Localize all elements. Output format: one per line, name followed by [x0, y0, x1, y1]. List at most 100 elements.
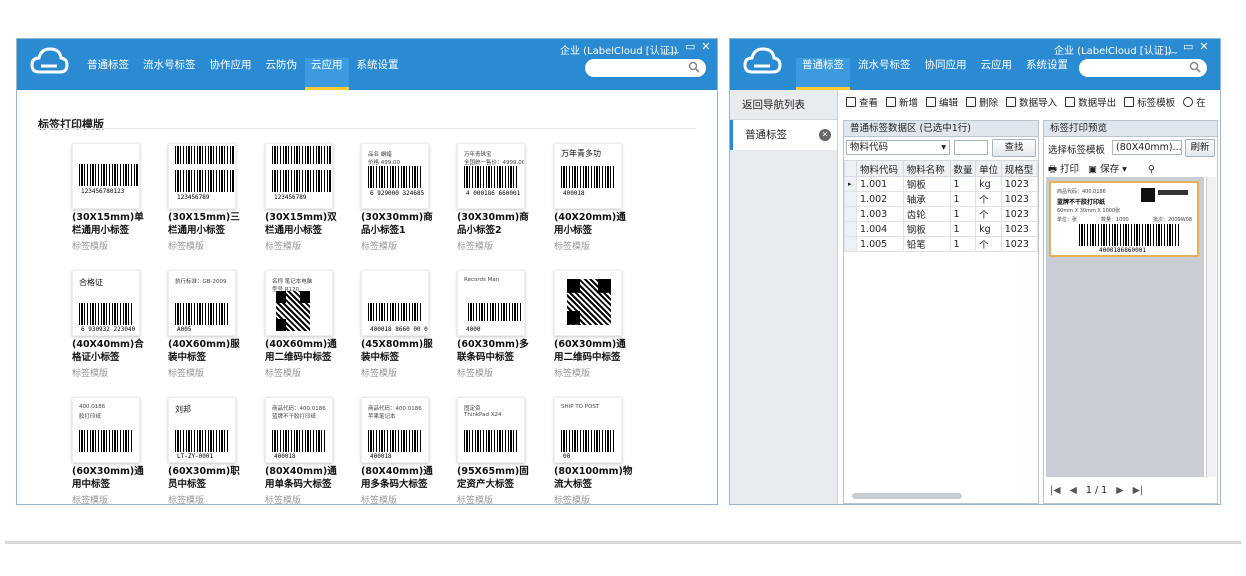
- table-cell[interactable]: 钢板: [902, 221, 951, 237]
- next-page-icon[interactable]: ▶: [1116, 485, 1123, 496]
- table-cell[interactable]: 1023: [1000, 206, 1039, 222]
- template-tile[interactable]: 万年青多功 400018 (40X20mm)通用小标签 标签模版: [554, 143, 642, 252]
- last-page-icon[interactable]: ▶|: [1133, 485, 1144, 496]
- template-tile[interactable]: 商品代码：400.0186 蓝牌不干胶打印纸 400018 (80X40mm)通用单条…: [265, 397, 353, 504]
- template-thumbnail[interactable]: 123456789: [265, 143, 333, 209]
- search-icon[interactable]: [688, 61, 700, 73]
- table-cell[interactable]: 轴承: [902, 191, 951, 207]
- table-cell[interactable]: 个: [975, 206, 1002, 222]
- table-cell[interactable]: 1.003: [856, 206, 904, 222]
- table-cell[interactable]: 个: [975, 191, 1002, 207]
- template-thumbnail[interactable]: 万年青多功 400018: [554, 143, 622, 209]
- template-thumbnail[interactable]: 固定资 ThinkPad X24: [457, 397, 525, 463]
- binoculars-icon[interactable]: ⚲: [1148, 164, 1155, 175]
- template-thumbnail[interactable]: [554, 270, 622, 336]
- template-thumbnail[interactable]: 123456789: [168, 143, 236, 209]
- table-cell[interactable]: 1023: [1000, 176, 1039, 192]
- nav-tab-3[interactable]: 云防伪: [260, 58, 304, 90]
- col-header[interactable]: 数量: [949, 160, 977, 177]
- delete-button[interactable]: 删除: [966, 95, 998, 109]
- template-thumbnail[interactable]: 执行标准：GB-2009 A005: [168, 270, 236, 336]
- nav-tab-1[interactable]: 流水号标签: [137, 58, 202, 90]
- template-button[interactable]: 标签模板: [1124, 95, 1175, 109]
- col-header[interactable]: 物料代码: [856, 160, 904, 177]
- col-header[interactable]: 单位: [975, 160, 1002, 177]
- prev-page-icon[interactable]: ◀: [1070, 485, 1077, 496]
- filter-value-input[interactable]: [954, 140, 988, 155]
- template-tile[interactable]: 123456789 (30X15mm)三栏通用小标签 标签模版: [168, 143, 256, 252]
- template-thumbnail[interactable]: 商品代码：400.0186 苹果笔记本 400018: [361, 397, 429, 463]
- close-icon[interactable]: ✕: [701, 40, 710, 56]
- template-thumbnail[interactable]: Records Man 4000: [457, 270, 525, 336]
- nav-tab-2[interactable]: 协同应用: [919, 58, 973, 90]
- table-row[interactable]: 1.002 轴承 1 个 1023: [844, 191, 1039, 207]
- vertical-scrollbar[interactable]: [1206, 177, 1216, 477]
- template-tile[interactable]: 合格证 6 930932 223040 (40X40mm)合格证小标签 标签模版: [72, 270, 160, 379]
- template-thumbnail[interactable]: 刘邦 LT-ZY-0001: [168, 397, 236, 463]
- table-cell[interactable]: kg: [975, 221, 1002, 237]
- table-cell[interactable]: 1.002: [856, 191, 904, 207]
- table-row[interactable]: 1.003 齿轮 1 个 1023: [844, 206, 1039, 222]
- template-thumbnail[interactable]: 合格证 6 930932 223040: [72, 270, 140, 336]
- table-cell[interactable]: 铅笔: [902, 236, 951, 252]
- col-header[interactable]: 物料名称: [902, 160, 951, 177]
- save-icon[interactable]: ▣: [1088, 164, 1097, 175]
- maximize-icon[interactable]: ▭: [685, 40, 695, 56]
- table-cell[interactable]: 1.001: [856, 176, 904, 192]
- template-tile[interactable]: SHIP TO POST 00 (80X100mm)物流大标签 标签模版: [554, 397, 642, 504]
- template-thumbnail[interactable]: 商品代码：400.0186 蓝牌不干胶打印纸 400018: [265, 397, 333, 463]
- view-button[interactable]: 查看: [846, 95, 878, 109]
- table-cell[interactable]: 1: [949, 191, 977, 207]
- refresh-button[interactable]: 刷新: [1185, 139, 1215, 157]
- minimize-icon[interactable]: ﹏: [668, 40, 679, 56]
- search-button[interactable]: 查找: [992, 139, 1036, 157]
- template-tile[interactable]: 固定资 ThinkPad X24 (95X65mm)固定资产大标签 标签模版: [457, 397, 545, 504]
- nav-tab-5[interactable]: 系统设置: [351, 58, 405, 90]
- table-cell[interactable]: 钢板: [902, 176, 951, 192]
- search-input[interactable]: [1079, 59, 1207, 77]
- template-tile[interactable]: Records Man 4000 (60X30mm)多联条码中标签 标签模版: [457, 270, 545, 379]
- nav-tab-1[interactable]: 流水号标签: [852, 58, 917, 90]
- table-cell[interactable]: 齿轮: [902, 206, 951, 222]
- table-cell[interactable]: 个: [975, 236, 1002, 252]
- template-tile[interactable]: 品名 蜗蜡 价格 499.00 6 929000 324685 (30X30mm)商品…: [361, 143, 449, 252]
- maximize-icon[interactable]: ▭: [1183, 40, 1193, 56]
- import-button[interactable]: 数据导入: [1006, 95, 1057, 109]
- print-button[interactable]: 打印: [1060, 164, 1079, 175]
- table-cell[interactable]: 1023: [1000, 191, 1039, 207]
- template-tile[interactable]: 执行标准：GB-2009 A005 (40X60mm)服装中标签 标签模版: [168, 270, 256, 379]
- template-tile[interactable]: 123456789 (30X15mm)双栏通用小标签 标签模版: [265, 143, 353, 252]
- export-button[interactable]: 数据导出: [1065, 95, 1116, 109]
- template-thumbnail[interactable]: 400018 8660 00 0: [361, 270, 429, 336]
- close-icon[interactable]: ✕: [1199, 40, 1208, 56]
- template-thumbnail[interactable]: 123456780123: [72, 143, 140, 209]
- side-tab-current[interactable]: 普通标签 ✕: [730, 120, 837, 150]
- nav-tab-0[interactable]: 普通标签: [796, 58, 850, 90]
- template-thumbnail[interactable]: 名称 笔记本电脑 型号 R120: [265, 270, 333, 336]
- table-cell[interactable]: 1.005: [856, 236, 904, 252]
- template-tile[interactable]: 商品代码：400.0186 苹果笔记本 400018 (80X40mm)通用多条码大标…: [361, 397, 449, 504]
- template-tile[interactable]: 名称 笔记本电脑 型号 R120 (40X60mm)通用二维码中标签 标签模版: [265, 270, 353, 379]
- nav-tab-4[interactable]: 系统设置: [1020, 58, 1074, 90]
- template-thumbnail[interactable]: 400.0186 胶打印纸: [72, 397, 140, 463]
- table-cell[interactable]: 1023: [1000, 236, 1039, 252]
- search-icon[interactable]: [1189, 61, 1201, 73]
- template-tile[interactable]: 123456780123 (30X15mm)单栏通用小标签 标签模版: [72, 143, 160, 252]
- table-cell[interactable]: 1: [949, 206, 977, 222]
- first-page-icon[interactable]: |◀: [1050, 485, 1061, 496]
- template-thumbnail[interactable]: 品名 蜗蜡 价格 499.00 6 929000 324685: [361, 143, 429, 209]
- col-header[interactable]: 规格型: [1000, 160, 1039, 177]
- template-tile[interactable]: 刘邦 LT-ZY-0001 (60X30mm)职员中标签 标签模版: [168, 397, 256, 504]
- nav-tab-2[interactable]: 协作应用: [204, 58, 258, 90]
- close-tab-icon[interactable]: ✕: [819, 129, 831, 141]
- template-tile[interactable]: 400.0186 胶打印纸 (60X30mm)通用中标签 标签模版: [72, 397, 160, 504]
- template-select[interactable]: (80X40mm)...: [1112, 140, 1182, 155]
- filter-field-select[interactable]: 物料代码 ▾: [846, 140, 950, 155]
- nav-tab-0[interactable]: 普通标签: [81, 58, 135, 90]
- table-cell[interactable]: 1: [949, 236, 977, 252]
- minimize-icon[interactable]: ﹏: [1166, 40, 1177, 56]
- nav-tab-4[interactable]: 云应用: [305, 58, 349, 90]
- table-cell[interactable]: 1: [949, 221, 977, 237]
- table-row[interactable]: 1.005 铅笔 1 个 1023: [844, 236, 1039, 252]
- table-row[interactable]: 1.004 钢板 1 kg 1023: [844, 221, 1039, 237]
